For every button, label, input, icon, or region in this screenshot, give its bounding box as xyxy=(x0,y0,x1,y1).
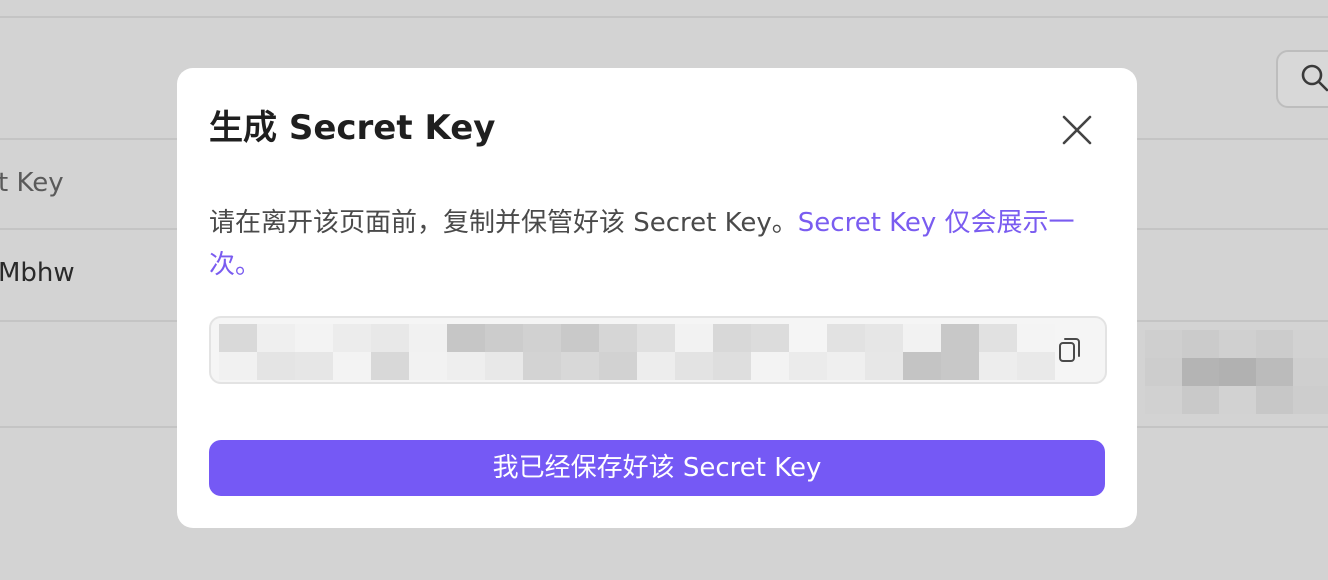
search-input[interactable] xyxy=(1276,50,1328,108)
close-button[interactable] xyxy=(1053,106,1101,154)
table-column-header-secret-key: t Key xyxy=(0,168,64,198)
generate-secret-key-dialog: 生成 Secret Key 请在离开该页面前，复制并保管好该 Secret Ke… xyxy=(177,68,1137,528)
close-icon xyxy=(1062,115,1092,145)
description-text: 请在离开该页面前，复制并保管好该 Secret Key。 xyxy=(209,208,798,238)
copy-button[interactable] xyxy=(1051,332,1087,368)
dialog-description: 请在离开该页面前，复制并保管好该 Secret Key。Secret Key 仅… xyxy=(209,202,1109,286)
search-icon xyxy=(1301,64,1328,92)
divider xyxy=(0,16,1328,18)
secret-key-field[interactable] xyxy=(209,316,1107,384)
blurred-key-preview xyxy=(1145,330,1328,414)
dialog-title: 生成 Secret Key xyxy=(209,108,496,148)
masked-secret-key xyxy=(219,324,1055,380)
copy-icon xyxy=(1059,338,1080,362)
confirm-saved-button[interactable]: 我已经保存好该 Secret Key xyxy=(209,440,1105,496)
table-cell-key-name: Mbhw xyxy=(0,258,75,288)
